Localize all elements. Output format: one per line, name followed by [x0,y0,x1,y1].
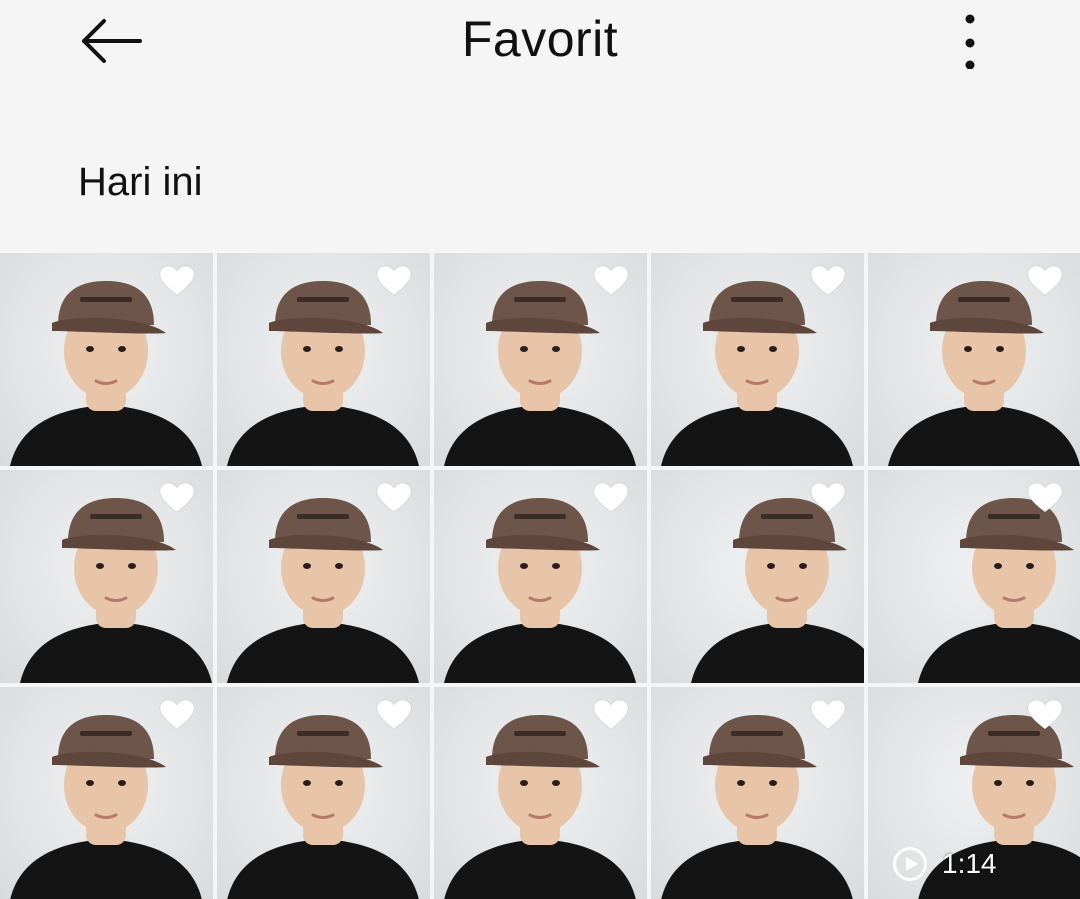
heart-icon[interactable] [159,482,195,514]
photo-thumbnail[interactable] [0,687,213,899]
photo-thumbnail[interactable] [434,687,647,899]
heart-icon[interactable] [1027,265,1063,297]
heart-icon[interactable] [1027,699,1063,731]
video-duration: 1:14 [942,848,997,879]
photo-thumbnail[interactable] [651,687,864,899]
heart-icon[interactable] [159,699,195,731]
more-options-button[interactable] [940,4,1000,74]
heart-icon[interactable] [1027,482,1063,514]
heart-icon[interactable] [810,482,846,514]
photo-thumbnail[interactable] [0,253,213,466]
photo-thumbnail[interactable] [217,687,430,899]
section-header-date: Hari ini [78,160,203,204]
photo-thumbnail[interactable] [434,253,647,466]
photo-thumbnail[interactable] [868,253,1080,466]
photo-thumbnail[interactable] [217,253,430,466]
heart-icon[interactable] [593,482,629,514]
photo-thumbnail[interactable] [651,253,864,466]
back-button[interactable] [66,6,156,76]
video-thumbnail[interactable]: 1:14 [868,687,1080,899]
heart-icon[interactable] [376,482,412,514]
photo-grid: 1:14 [0,253,1080,899]
photo-thumbnail[interactable] [0,470,213,683]
heart-icon[interactable] [159,265,195,297]
photo-thumbnail[interactable] [868,470,1080,683]
video-duration-badge: 1:14 [892,846,997,882]
photo-thumbnail[interactable] [217,470,430,683]
heart-icon[interactable] [593,699,629,731]
heart-icon[interactable] [376,699,412,731]
arrow-left-icon [82,19,142,63]
top-app-bar: Favorit [0,0,1080,90]
heart-icon[interactable] [810,699,846,731]
photo-thumbnail[interactable] [651,470,864,683]
more-vertical-icon [965,14,975,69]
play-icon [893,847,927,881]
heart-icon[interactable] [376,265,412,297]
heart-icon[interactable] [810,265,846,297]
heart-icon[interactable] [593,265,629,297]
photo-thumbnail[interactable] [434,470,647,683]
page-title: Favorit [461,11,619,67]
